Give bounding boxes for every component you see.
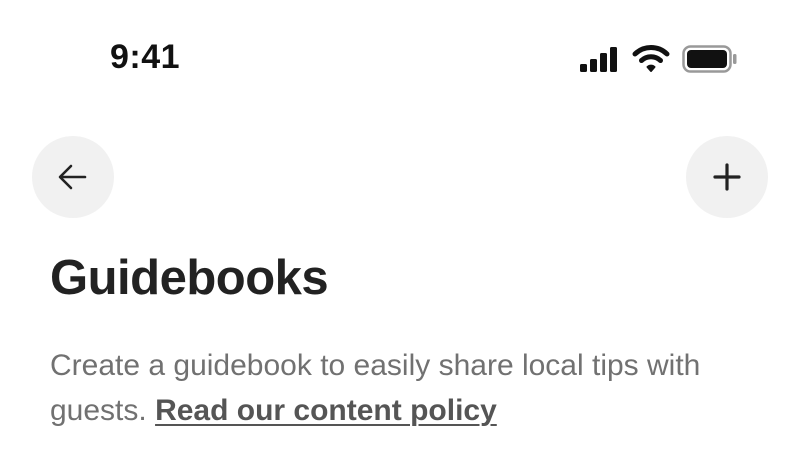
page-description: Create a guidebook to easily share local… bbox=[50, 343, 750, 433]
status-bar: 9:41 bbox=[0, 0, 800, 120]
wifi-icon bbox=[632, 45, 670, 73]
plus-icon bbox=[712, 162, 742, 192]
status-icons bbox=[580, 43, 738, 75]
status-time: 9:41 bbox=[110, 38, 181, 76]
battery-icon bbox=[682, 45, 738, 73]
back-button[interactable] bbox=[32, 136, 114, 218]
arrow-left-icon bbox=[56, 160, 90, 194]
page-title: Guidebooks bbox=[50, 251, 329, 305]
cellular-signal-icon bbox=[580, 46, 620, 72]
add-guidebook-button[interactable] bbox=[686, 136, 768, 218]
content-policy-link[interactable]: Read our content policy bbox=[155, 394, 497, 427]
